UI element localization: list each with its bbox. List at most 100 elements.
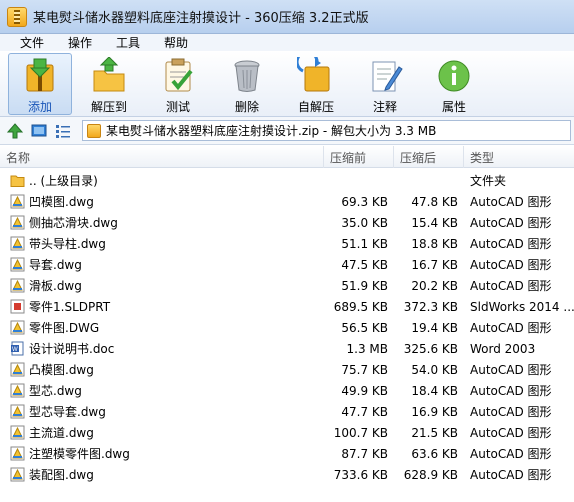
view-thumbnails-icon[interactable] xyxy=(30,122,48,140)
file-type: SldWorks 2014 ... xyxy=(470,299,574,314)
file-row[interactable]: W 设计说明书.doc 1.3 MB 325.6 KB Word 2003 xyxy=(0,338,574,359)
file-row[interactable]: 带头导柱.dwg 51.1 KB 18.8 KB AutoCAD 图形 xyxy=(0,233,574,254)
file-type: AutoCAD 图形 xyxy=(470,384,552,398)
file-size-before: 75.7 KB xyxy=(341,362,388,377)
info-icon xyxy=(435,57,473,95)
file-type: AutoCAD 图形 xyxy=(470,405,552,419)
file-row[interactable]: 导套.dwg 47.5 KB 16.7 KB AutoCAD 图形 xyxy=(0,254,574,275)
menu-tools[interactable]: 工具 xyxy=(104,34,152,51)
test-checklist-icon xyxy=(159,57,197,95)
file-name-cell: 型芯.dwg xyxy=(10,380,82,401)
window-title: 某电熨斗储水器塑料底座注射摸设计 - 360压缩 3.2正式版 xyxy=(33,11,369,26)
file-name: 凹模图.dwg xyxy=(29,195,94,209)
file-name-cell: 型芯导套.dwg xyxy=(10,401,106,422)
file-name-cell: 零件1.SLDPRT xyxy=(10,296,110,317)
file-name: 滑板.dwg xyxy=(29,279,82,293)
dwg-icon xyxy=(10,446,25,461)
file-row[interactable]: 零件1.SLDPRT 689.5 KB 372.3 KB SldWorks 2014 … xyxy=(0,296,574,317)
up-arrow-icon[interactable] xyxy=(6,122,24,140)
file-name-cell: 零件图.DWG xyxy=(10,317,99,338)
file-size-before: 689.5 KB xyxy=(333,299,388,314)
sfx-button[interactable]: 自解压 xyxy=(284,50,348,115)
dwg-icon xyxy=(10,320,25,335)
file-size-after: 54.0 KB xyxy=(411,362,458,377)
file-size-after: 19.4 KB xyxy=(411,320,458,335)
menu-file[interactable]: 文件 xyxy=(0,34,56,51)
test-label: 测试 xyxy=(165,100,190,114)
file-name: 主流道.dwg xyxy=(29,426,94,440)
comment-button[interactable]: 注释 xyxy=(353,53,417,115)
comment-pencil-icon xyxy=(366,57,404,95)
dwg-icon xyxy=(10,425,25,440)
file-size-after: 372.3 KB xyxy=(403,299,458,314)
file-type: AutoCAD 图形 xyxy=(470,258,552,272)
add-archive-icon xyxy=(21,57,59,95)
file-name: 零件图.DWG xyxy=(29,321,100,335)
file-size-before: 49.9 KB xyxy=(341,383,388,398)
add-button[interactable]: 添加 xyxy=(8,53,72,115)
properties-button[interactable]: 属性 xyxy=(422,53,486,115)
delete-label: 删除 xyxy=(234,100,259,114)
file-row[interactable]: 主流道.dwg 100.7 KB 21.5 KB AutoCAD 图形 xyxy=(0,422,574,443)
file-list: .. (上级目录) 文件夹 凹模图.dwg 69.3 KB 47.8 KB AutoCAD… xyxy=(0,170,574,485)
file-row[interactable]: 注塑模零件图.dwg 87.7 KB 63.6 KB AutoCAD 图形 xyxy=(0,443,574,464)
file-row[interactable]: 侧抽芯滑块.dwg 35.0 KB 15.4 KB AutoCAD 图形 xyxy=(0,212,574,233)
test-button[interactable]: 测试 xyxy=(146,53,210,115)
file-size-after: 16.9 KB xyxy=(411,404,458,419)
file-name-cell: 带头导柱.dwg xyxy=(10,233,106,254)
dwg-icon xyxy=(10,404,25,419)
file-type: Word 2003 xyxy=(470,341,536,356)
file-size-after: 628.9 KB xyxy=(403,467,458,482)
file-size-after xyxy=(395,170,458,191)
file-name: 凸模图.dwg xyxy=(29,363,94,377)
file-name-cell: 主流道.dwg xyxy=(10,422,94,443)
file-row[interactable]: 型芯导套.dwg 47.7 KB 16.9 KB AutoCAD 图形 xyxy=(0,401,574,422)
title-bar: 某电熨斗储水器塑料底座注射摸设计 - 360压缩 3.2正式版 xyxy=(0,0,574,34)
file-name: 注塑模零件图.dwg xyxy=(29,447,130,461)
path-text: 某电熨斗储水器塑料底座注射摸设计.zip - 解包大小为 3.3 MB xyxy=(106,124,437,138)
file-type: AutoCAD 图形 xyxy=(470,195,552,209)
file-size-before: 1.3 MB xyxy=(346,341,388,356)
sfx-label: 自解压 xyxy=(297,100,334,114)
file-row[interactable]: 凸模图.dwg 75.7 KB 54.0 KB AutoCAD 图形 xyxy=(0,359,574,380)
file-row[interactable]: 零件图.DWG 56.5 KB 19.4 KB AutoCAD 图形 xyxy=(0,317,574,338)
file-name: 零件1.SLDPRT xyxy=(29,300,111,314)
file-type: AutoCAD 图形 xyxy=(470,216,552,230)
dwg-icon xyxy=(10,215,25,230)
file-size-before: 100.7 KB xyxy=(333,425,388,440)
properties-label: 属性 xyxy=(441,100,466,114)
file-type: AutoCAD 图形 xyxy=(470,279,552,293)
column-name[interactable]: 名称 xyxy=(0,146,324,168)
file-name-cell: 滑板.dwg xyxy=(10,275,82,296)
column-compressed[interactable]: 压缩前 xyxy=(324,146,394,168)
menu-help[interactable]: 帮助 xyxy=(152,34,200,51)
file-size-after: 18.4 KB xyxy=(411,383,458,398)
file-name-cell: 装配图.dwg xyxy=(10,464,94,485)
file-row[interactable]: .. (上级目录) 文件夹 xyxy=(0,170,574,191)
file-row[interactable]: 装配图.dwg 733.6 KB 628.9 KB AutoCAD 图形 xyxy=(0,464,574,485)
folder-icon xyxy=(10,173,25,188)
file-size-before: 47.5 KB xyxy=(341,257,388,272)
file-row[interactable]: 滑板.dwg 51.9 KB 20.2 KB AutoCAD 图形 xyxy=(0,275,574,296)
address-bar: 某电熨斗储水器塑料底座注射摸设计.zip - 解包大小为 3.3 MB xyxy=(0,117,574,145)
extract-button[interactable]: 解压到 xyxy=(77,53,141,115)
column-type[interactable]: 类型 xyxy=(464,146,574,168)
file-type: 文件夹 xyxy=(470,174,507,188)
menu-operation[interactable]: 操作 xyxy=(56,34,104,51)
file-size-before: 69.3 KB xyxy=(341,194,388,209)
file-name-cell: W 设计说明书.doc xyxy=(10,338,114,359)
column-packed-label: 压缩后 xyxy=(400,150,437,165)
file-row[interactable]: 型芯.dwg 49.9 KB 18.4 KB AutoCAD 图形 xyxy=(0,380,574,401)
column-packed[interactable]: 压缩后 xyxy=(394,146,464,168)
file-size-after: 15.4 KB xyxy=(411,215,458,230)
dwg-icon xyxy=(10,383,25,398)
file-row[interactable]: 凹模图.dwg 69.3 KB 47.8 KB AutoCAD 图形 xyxy=(0,191,574,212)
delete-button[interactable]: 删除 xyxy=(215,53,279,115)
dwg-icon xyxy=(10,257,25,272)
path-field[interactable]: 某电熨斗储水器塑料底座注射摸设计.zip - 解包大小为 3.3 MB xyxy=(82,120,571,141)
column-name-label: 名称 xyxy=(6,150,31,165)
sldprt-icon xyxy=(10,299,25,314)
file-type: AutoCAD 图形 xyxy=(470,321,552,335)
extract-label: 解压到 xyxy=(90,100,127,114)
view-list-icon[interactable] xyxy=(54,122,72,140)
